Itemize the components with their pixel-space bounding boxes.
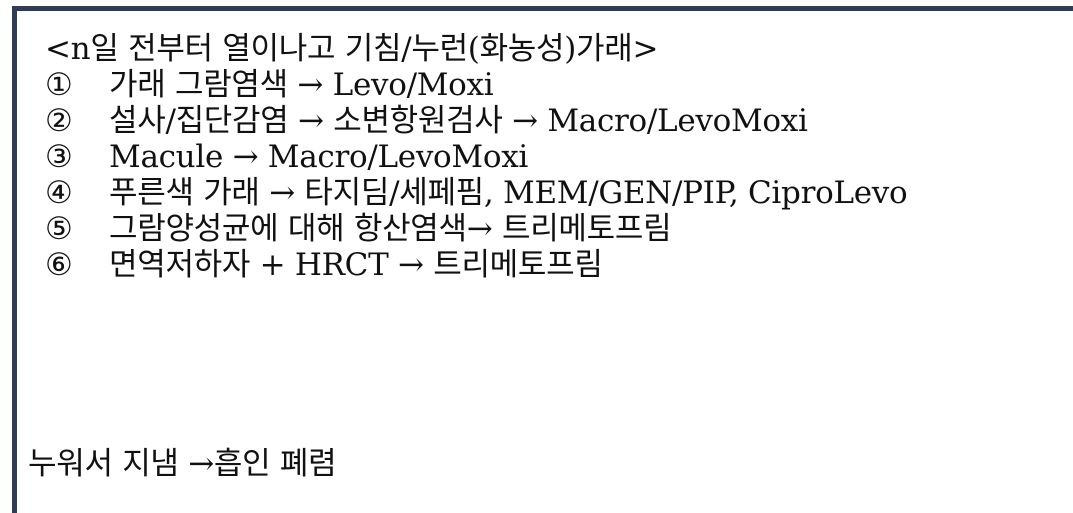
item-text: 그람양성균에 대해 항산염색→ 트리메토프림	[109, 211, 672, 247]
list-item: ② 설사/집단감염 → 소변항원검사 → Macro/LevoMoxi	[45, 103, 1073, 139]
note-frame: <n일 전부터 열이나고 기침/누런(화농성)가래> ① 가래 그람염색 → L…	[12, 6, 1073, 513]
item-number: ②	[45, 103, 73, 139]
list-item: ⑤ 그람양성균에 대해 항산염색→ 트리메토프림	[45, 211, 1073, 247]
item-text: Macule → Macro/LevoMoxi	[109, 139, 529, 175]
item-text: 설사/집단감염 → 소변항원검사 → Macro/LevoMoxi	[109, 103, 808, 139]
item-number: ⑥	[45, 247, 73, 283]
item-number: ③	[45, 139, 73, 175]
list-item: ① 가래 그람염색 → Levo/Moxi	[45, 67, 1073, 103]
note-footer: 누워서 지냄 →흡인 폐렴	[28, 446, 337, 482]
item-number: ⑤	[45, 211, 73, 247]
item-number: ④	[45, 175, 73, 211]
list-item: ④ 푸른색 가래 → 타지딤/세페핌, MEM/GEN/PIP, CiproLe…	[45, 175, 1073, 211]
item-text: 가래 그람염색 → Levo/Moxi	[109, 67, 494, 103]
item-text: 면역저하자 + HRCT → 트리메토프림	[109, 247, 603, 283]
item-text: 푸른색 가래 → 타지딤/세페핌, MEM/GEN/PIP, CiproLevo	[109, 175, 908, 211]
note-title: <n일 전부터 열이나고 기침/누런(화농성)가래>	[45, 31, 659, 67]
item-number: ①	[45, 67, 73, 103]
list-item: ③ Macule → Macro/LevoMoxi	[45, 139, 1073, 175]
note-content: <n일 전부터 열이나고 기침/누런(화농성)가래> ① 가래 그람염색 → L…	[45, 31, 1073, 283]
list-item: ⑥ 면역저하자 + HRCT → 트리메토프림	[45, 247, 1073, 283]
